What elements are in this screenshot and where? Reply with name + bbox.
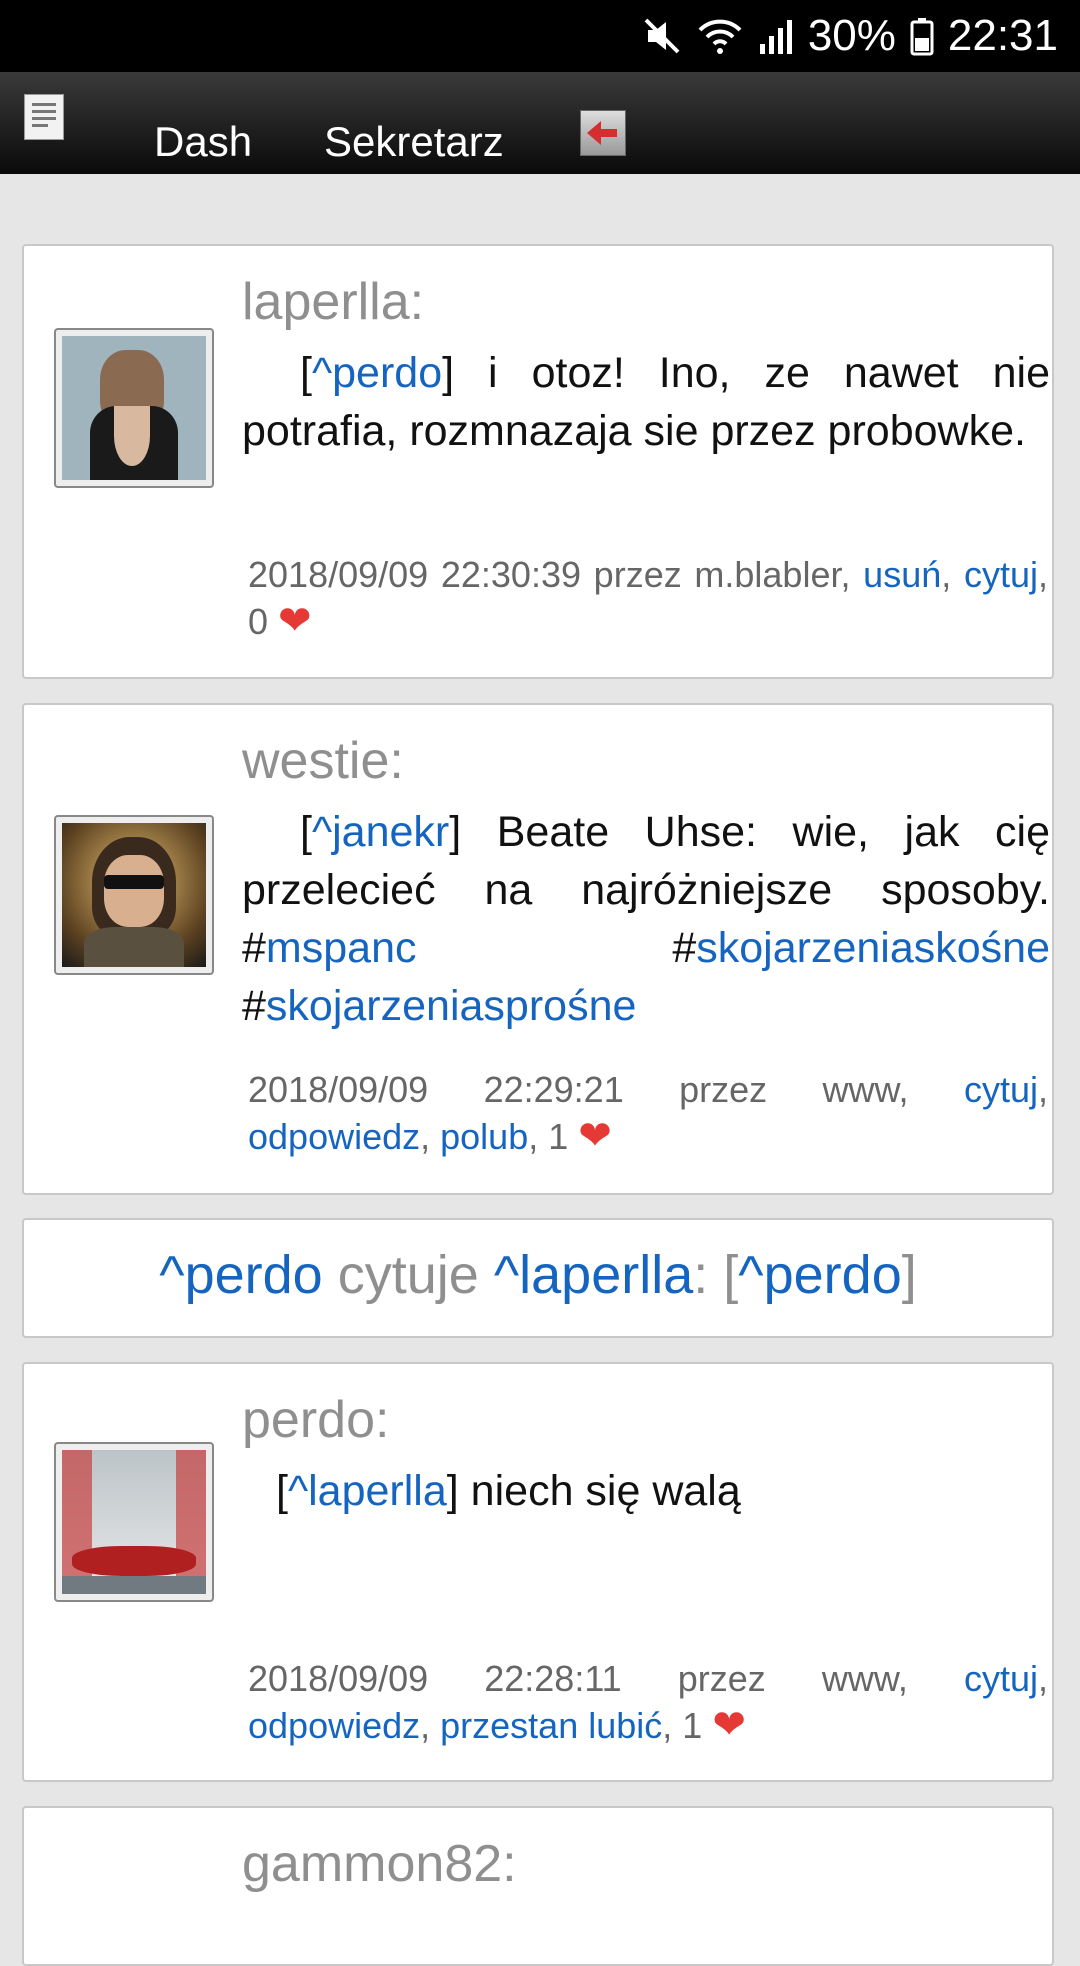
post-body: [^laperlla] niech się walą bbox=[276, 1467, 741, 1515]
post-author[interactable]: gammon82: bbox=[242, 1834, 517, 1894]
post-meta: 2018/09/09 22:29:21 przez www, cytuj, od… bbox=[248, 1069, 1048, 1158]
like-link[interactable]: polub bbox=[440, 1116, 528, 1157]
signal-icon bbox=[758, 16, 794, 56]
heart-icon[interactable]: ❤ bbox=[712, 1703, 746, 1747]
quote-verb: cytuje bbox=[337, 1245, 479, 1305]
post-timestamp: 2018/09/09 22:28:11 przez www, bbox=[248, 1658, 964, 1699]
logout-icon[interactable] bbox=[580, 110, 626, 156]
post-author[interactable]: laperlla: bbox=[242, 272, 424, 332]
heart-icon[interactable]: ❤ bbox=[578, 1114, 612, 1158]
wifi-icon bbox=[696, 16, 744, 56]
mention-link[interactable]: ^laperlla bbox=[288, 1467, 447, 1515]
post-body: [^perdo] i otoz! Ino, ze nawet nie potra… bbox=[242, 349, 1050, 455]
post-card: westie: [^janekr] Beate Uhse: wie, jak c… bbox=[22, 703, 1054, 1195]
post-timestamp: 2018/09/09 22:30:39 przez m.blabler, bbox=[248, 554, 864, 595]
post-meta: 2018/09/09 22:28:11 przez www, cytuj, od… bbox=[248, 1658, 1048, 1747]
quote-link[interactable]: cytuj bbox=[964, 554, 1038, 595]
status-bar: 30% 22:31 bbox=[0, 0, 1080, 72]
hashtag-link[interactable]: skojarzeniasprośne bbox=[266, 982, 636, 1030]
mute-icon bbox=[642, 16, 682, 56]
mention-link[interactable]: ^perdo bbox=[312, 349, 442, 397]
like-count: 1 bbox=[548, 1116, 569, 1157]
avatar[interactable] bbox=[54, 328, 214, 488]
post-author[interactable]: westie: bbox=[242, 731, 404, 791]
quote-link[interactable]: cytuj bbox=[964, 1658, 1038, 1699]
avatar[interactable] bbox=[54, 1442, 214, 1602]
quote-link[interactable]: cytuj bbox=[964, 1069, 1038, 1110]
hashtag-link[interactable]: mspanc bbox=[266, 924, 417, 972]
like-count: 0 bbox=[248, 601, 269, 642]
hashtag-link[interactable]: skojarzeniaskośne bbox=[696, 924, 1050, 972]
post-timestamp: 2018/09/09 22:29:21 przez www, bbox=[248, 1069, 964, 1110]
battery-percent: 30% bbox=[807, 11, 896, 60]
user-link[interactable]: ^perdo bbox=[159, 1245, 322, 1305]
avatar[interactable] bbox=[54, 815, 214, 975]
post-author[interactable]: perdo: bbox=[242, 1390, 389, 1450]
quote-notice: ^perdo cytuje ^laperlla: [^perdo] bbox=[22, 1218, 1054, 1338]
nav-sekretarz[interactable]: Sekretarz bbox=[324, 118, 504, 166]
reply-link[interactable]: odpowiedz bbox=[248, 1116, 420, 1157]
post-text: niech się walą bbox=[458, 1467, 741, 1515]
nav-dash[interactable]: Dash bbox=[154, 118, 252, 166]
delete-link[interactable]: usuń bbox=[863, 554, 941, 595]
top-navigation: Dash Sekretarz bbox=[0, 72, 1080, 174]
user-link[interactable]: ^laperlla bbox=[494, 1245, 693, 1305]
unlike-link[interactable]: przestan lubić bbox=[440, 1705, 662, 1746]
post-card: laperlla: [^perdo] i otoz! Ino, ze nawet… bbox=[22, 244, 1054, 679]
quote-notice-text: ^perdo cytuje ^laperlla: [^perdo] bbox=[159, 1245, 917, 1305]
like-count: 1 bbox=[682, 1705, 703, 1746]
post-meta: 2018/09/09 22:30:39 przez m.blabler, usu… bbox=[248, 554, 1048, 643]
post-card: perdo: [^laperlla] niech się walą 2018/0… bbox=[22, 1362, 1054, 1782]
quote-target-link[interactable]: ^perdo bbox=[738, 1245, 901, 1305]
clock: 22:31 bbox=[947, 11, 1058, 60]
menu-icon[interactable] bbox=[24, 94, 64, 140]
mention-link[interactable]: ^janekr bbox=[312, 808, 449, 856]
post-card: gammon82: bbox=[22, 1806, 1054, 1966]
battery-icon bbox=[910, 16, 934, 56]
post-body: [^janekr] Beate Uhse: wie, jak cię przel… bbox=[242, 808, 1050, 1030]
heart-icon[interactable]: ❤ bbox=[278, 599, 312, 643]
reply-link[interactable]: odpowiedz bbox=[248, 1705, 420, 1746]
